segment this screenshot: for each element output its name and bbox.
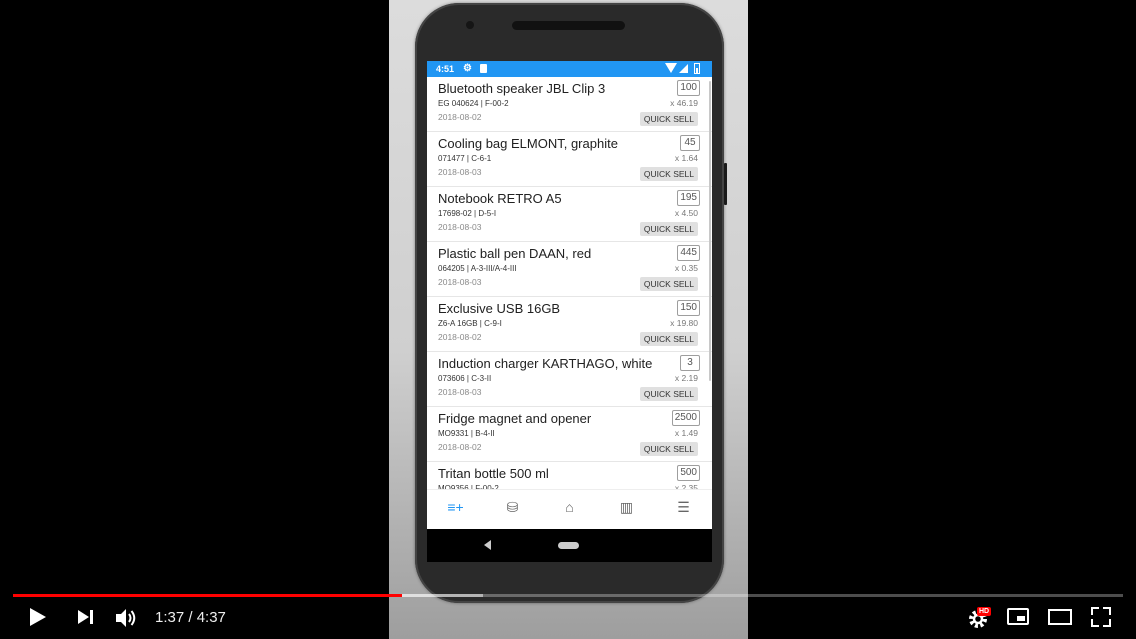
status-time: 4:51 [436, 64, 455, 74]
quantity-badge: 195 [677, 190, 700, 206]
fullscreen-icon [1091, 607, 1099, 615]
product-code: 064205 | A-3-III/A-4-III [438, 264, 517, 273]
quick-sell-button[interactable]: QUICK SELL [639, 387, 698, 401]
product-code: Z6-A 16GB | C-9-I [438, 319, 502, 328]
product-row[interactable]: Fridge magnet and opener MO9331 | B-4-II 2… [427, 407, 712, 462]
quantity-badge: 3 [680, 355, 700, 371]
tune-icon[interactable]: ☰ [655, 490, 712, 530]
product-code: EG 040624 | F-00-2 [438, 99, 509, 108]
sd-card-icon [480, 64, 487, 73]
bar-chart-icon[interactable]: ▥ [598, 490, 655, 530]
progress-played [13, 594, 402, 597]
product-price: x 2.19 [674, 373, 698, 383]
next-icon [78, 610, 89, 624]
signal-icon [679, 64, 688, 73]
product-price: x 1.64 [674, 153, 698, 163]
product-row[interactable]: Cooling bag ELMONT, graphite 071477 | C-6… [427, 132, 712, 187]
product-price: x 46.19 [670, 98, 698, 108]
miniplayer-button[interactable] [1007, 608, 1029, 625]
search-database-icon[interactable]: ⛁ [484, 490, 541, 530]
product-name: Plastic ball pen DAAN, red [438, 246, 592, 261]
product-date: 2018-08-03 [438, 222, 482, 232]
product-list[interactable]: Bluetooth speaker JBL Clip 3 EG 040624 | … [427, 77, 712, 489]
product-price: x 4.50 [674, 208, 698, 218]
progress-bar[interactable] [13, 594, 1123, 597]
back-icon[interactable] [484, 540, 491, 550]
wifi-icon [665, 63, 677, 73]
play-button[interactable] [30, 608, 46, 626]
product-name: Notebook RETRO A5 [438, 191, 562, 206]
volume-icon [116, 609, 136, 627]
product-date: 2018-08-03 [438, 387, 482, 397]
hd-badge: HD [977, 607, 992, 616]
product-name: Exclusive USB 16GB [438, 301, 561, 316]
product-price: x 19.80 [670, 318, 698, 328]
home-pill-icon[interactable] [558, 542, 579, 549]
scroll-indicator [709, 81, 711, 381]
quantity-badge: 500 [677, 465, 700, 481]
video-player[interactable]: 4:51 ⚙ Bluetooth speaker JBL Clip 3 EG 04… [0, 0, 1136, 639]
phone-camera [466, 21, 474, 29]
product-code: 17698-02 | D-5-I [438, 209, 497, 218]
product-name: Tritan bottle 500 ml [438, 466, 549, 481]
quantity-badge: 2500 [671, 410, 700, 426]
phone-speaker [512, 21, 625, 30]
quick-sell-button[interactable]: QUICK SELL [639, 277, 698, 291]
product-name: Bluetooth speaker JBL Clip 3 [438, 81, 606, 96]
fullscreen-icon-corner [1103, 619, 1111, 627]
product-code: MO9331 | B-4-II [438, 429, 495, 438]
product-row[interactable]: Bluetooth speaker JBL Clip 3 EG 040624 | … [427, 77, 712, 132]
product-date: 2018-08-02 [438, 442, 482, 452]
fullscreen-icon-corner [1091, 619, 1099, 627]
quick-sell-button[interactable]: QUICK SELL [639, 222, 698, 236]
product-date: 2018-08-02 [438, 332, 482, 342]
time-display: 1:37 / 4:37 [155, 609, 226, 626]
product-name: Fridge magnet and opener [438, 411, 592, 426]
add-list-icon[interactable]: ≡+ [427, 490, 484, 530]
phone-side-button [724, 163, 727, 205]
bottom-nav: ≡+ ⛁ ⌂ ▥ ☰ [427, 489, 712, 530]
product-price: x 0.35 [674, 263, 698, 273]
fullscreen-icon-corner [1103, 607, 1111, 615]
product-row[interactable]: Tritan bottle 500 ml MO9356 | F-00-2 500 x … [427, 462, 712, 489]
status-bar: 4:51 ⚙ [427, 61, 712, 77]
fullscreen-button[interactable] [1091, 607, 1111, 627]
system-navigation-bar [427, 529, 712, 562]
product-row[interactable]: Exclusive USB 16GB Z6-A 16GB | C-9-I 2018-… [427, 297, 712, 352]
theater-mode-button[interactable] [1048, 609, 1072, 625]
home-icon[interactable]: ⌂ [541, 490, 598, 530]
product-name: Induction charger KARTHAGO, white [438, 356, 653, 371]
quantity-badge: 45 [680, 135, 700, 151]
product-row[interactable]: Notebook RETRO A5 17698-02 | D-5-I 2018-08… [427, 187, 712, 242]
product-date: 2018-08-03 [438, 167, 482, 177]
gear-icon: ⚙ [463, 63, 472, 74]
quantity-badge: 100 [677, 80, 700, 96]
product-row[interactable]: Induction charger KARTHAGO, white 073606 … [427, 352, 712, 407]
product-price: x 1.49 [674, 428, 698, 438]
next-button[interactable] [78, 609, 96, 627]
quick-sell-button[interactable]: QUICK SELL [639, 167, 698, 181]
product-date: 2018-08-03 [438, 277, 482, 287]
product-code: 073606 | C-3-II [438, 374, 492, 383]
product-name: Cooling bag ELMONT, graphite [438, 136, 618, 151]
quantity-badge: 150 [677, 300, 700, 316]
product-date: 2018-08-02 [438, 112, 482, 122]
product-code: 071477 | C-6-1 [438, 154, 492, 163]
quick-sell-button[interactable]: QUICK SELL [639, 112, 698, 126]
product-row[interactable]: Plastic ball pen DAAN, red 064205 | A-3-I… [427, 242, 712, 297]
phone-screen: 4:51 ⚙ Bluetooth speaker JBL Clip 3 EG 04… [427, 61, 712, 562]
battery-icon [694, 63, 700, 74]
quantity-badge: 445 [677, 245, 700, 261]
volume-button[interactable] [115, 607, 139, 629]
quick-sell-button[interactable]: QUICK SELL [639, 442, 698, 456]
quick-sell-button[interactable]: QUICK SELL [639, 332, 698, 346]
next-icon-bar [90, 610, 93, 624]
